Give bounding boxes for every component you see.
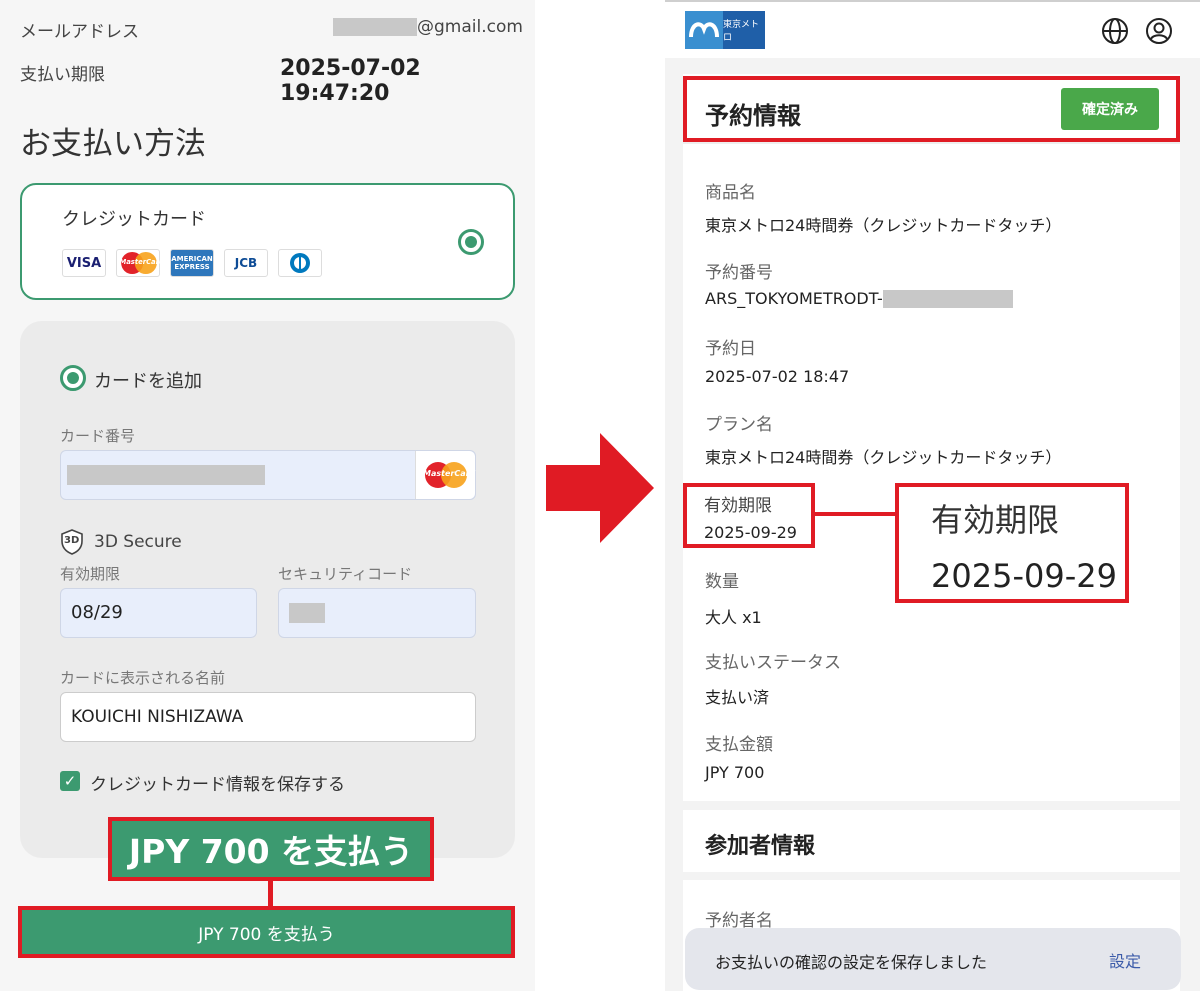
reservation-date-label: 予約日: [705, 339, 756, 359]
save-card-label: クレジットカード情報を保存する: [90, 775, 345, 795]
visa-logo: VISA: [62, 249, 106, 277]
credit-card-radio[interactable]: [458, 229, 484, 255]
email-value: @gmail.com: [333, 17, 523, 37]
credit-card-option[interactable]: クレジットカード VISA MasterCard AMERICAN EXPRES…: [20, 183, 515, 300]
reservation-title: 予約情報: [705, 102, 801, 130]
globe-icon[interactable]: [1101, 17, 1129, 45]
payment-status-value: 支払い済: [705, 688, 770, 707]
security-code-mask: [289, 603, 325, 623]
callout-expiry-label: 有効期限: [931, 501, 1060, 539]
snackbar-settings-link[interactable]: 設定: [1109, 948, 1141, 972]
confirmed-badge: 確定済み: [1061, 88, 1159, 130]
expiry-field[interactable]: 08/29: [60, 588, 257, 638]
reservation-number-mask: [882, 289, 1013, 308]
3d-secure-shield-icon: 3D: [60, 529, 84, 559]
reservation-number-prefix: ARS_TOKYOMETRODT-: [705, 289, 883, 308]
email-mask: [333, 18, 417, 36]
cardholder-name-label: カードに表示される名前: [60, 669, 226, 687]
plan-name-value: 東京メトロ24時間券（クレジットカードタッチ）: [705, 448, 1062, 467]
reservation-date-value: 2025-07-02 18:47: [705, 367, 850, 386]
quantity-value: 大人 x1: [705, 608, 762, 627]
card-brand-slot: MasterCard: [415, 451, 475, 499]
payment-method-title: お支払い方法: [20, 126, 206, 162]
payment-status-label: 支払いステータス: [705, 653, 841, 673]
product-name-label: 商品名: [705, 183, 756, 203]
participant-title: 参加者情報: [705, 834, 816, 859]
jcb-logo: JCB: [224, 249, 268, 277]
reservation-screen: 東京メトロ 予約情報 確定済み 商品名 東京メトロ24時間券（クレジットカードタ…: [665, 0, 1200, 991]
deadline-value: 2025-07-02 19:47:20: [280, 56, 421, 106]
add-card-radio[interactable]: [60, 365, 86, 391]
email-label: メールアドレス: [20, 22, 139, 42]
quantity-label: 数量: [705, 572, 739, 592]
valid-until-value: 2025-09-29: [704, 523, 797, 542]
mastercard-icon: MasterCard: [423, 460, 475, 490]
snackbar-message: お支払いの確認の設定を保存しました: [715, 953, 988, 972]
save-card-checkbox[interactable]: ✓: [60, 771, 80, 791]
pay-callout: JPY 700 を支払う: [108, 817, 434, 881]
plan-name-label: プラン名: [705, 415, 773, 435]
credit-card-label: クレジットカード: [62, 209, 206, 230]
divider: [683, 142, 1180, 144]
arrow-right-icon: [546, 433, 654, 543]
mastercard-logo: MasterCard: [116, 249, 164, 277]
payment-screen: メールアドレス @gmail.com 支払い期限 2025-07-02 19:4…: [0, 0, 535, 991]
snackbar: お支払いの確認の設定を保存しました 設定: [685, 928, 1181, 990]
email-domain: @gmail.com: [417, 17, 523, 37]
card-number-label: カード番号: [60, 427, 136, 445]
product-name-value: 東京メトロ24時間券（クレジットカードタッチ）: [705, 216, 1062, 235]
add-card-label: カードを追加: [94, 371, 202, 392]
deadline-label: 支払い期限: [20, 65, 105, 85]
card-form-panel: カードを追加 カード番号 MasterCard 3D 3D Secure 有効期…: [20, 321, 515, 858]
reservation-number-label: 予約番号: [705, 263, 773, 283]
participant-section: 参加者情報: [683, 810, 1180, 872]
callout-connector: [815, 512, 897, 516]
reservation-card: 予約情報 確定済み 商品名 東京メトロ24時間券（クレジットカードタッチ） 予約…: [683, 74, 1180, 801]
app-header: 東京メトロ: [665, 0, 1200, 58]
reservation-title-frame: 予約情報 確定済み: [683, 76, 1180, 142]
pay-button[interactable]: JPY 700 を支払う: [18, 906, 515, 958]
cardholder-name-field[interactable]: KOUICHI NISHIZAWA: [60, 692, 476, 742]
security-code-label: セキュリティコード: [278, 565, 413, 583]
amex-logo: AMERICAN EXPRESS: [170, 249, 214, 277]
tokyo-metro-wordmark: 東京メトロ: [723, 11, 765, 49]
cardholder-name-value: KOUICHI NISHIZAWA: [71, 707, 244, 727]
3d-secure-label: 3D Secure: [94, 532, 182, 552]
payment-amount-label: 支払金額: [705, 735, 773, 755]
reservation-number-value: ARS_TOKYOMETRODT-: [705, 289, 1013, 308]
expiry-value: 08/29: [71, 602, 123, 623]
payment-amount-value: JPY 700: [705, 763, 765, 782]
callout-connector: [268, 881, 273, 909]
expiry-callout: 有効期限 2025-09-29: [895, 483, 1129, 603]
expiry-highlight-frame: 有効期限 2025-09-29: [683, 483, 815, 548]
account-icon[interactable]: [1145, 17, 1173, 45]
diners-logo: [278, 249, 322, 277]
card-number-field[interactable]: MasterCard: [60, 450, 476, 500]
tokyo-metro-logo-icon: [685, 11, 723, 49]
card-number-mask: [67, 465, 265, 485]
callout-expiry-value: 2025-09-29: [931, 557, 1117, 595]
valid-until-label: 有効期限: [704, 496, 772, 516]
security-code-field[interactable]: [278, 588, 476, 638]
expiry-label: 有効期限: [60, 565, 121, 583]
